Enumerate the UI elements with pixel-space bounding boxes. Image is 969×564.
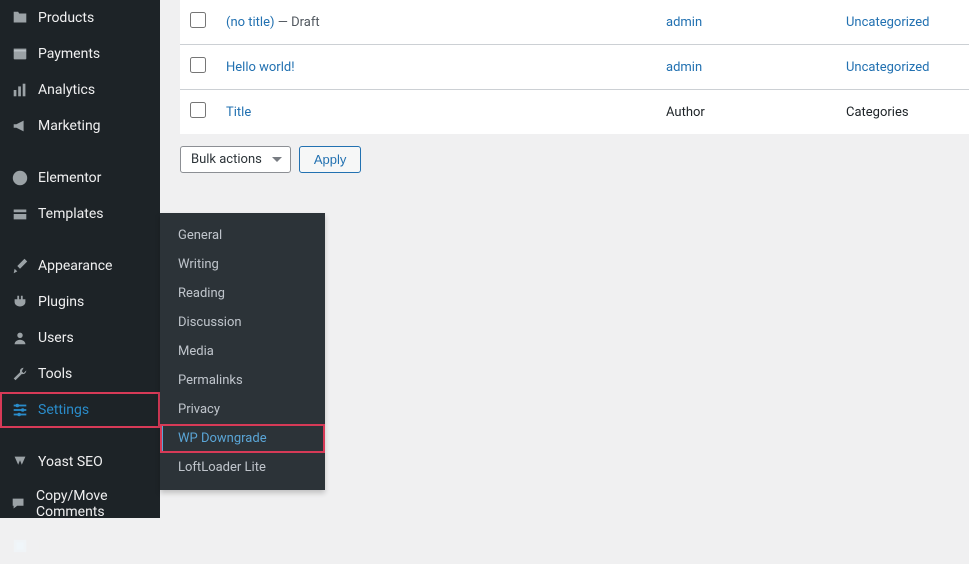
sliders-icon [10, 400, 30, 420]
sidebar-item-templates[interactable]: Templates [0, 196, 160, 232]
submenu-item-media[interactable]: Media [160, 337, 325, 366]
admin-sidebar: Products Payments Analytics Marketing El… [0, 0, 160, 518]
submenu-item-reading[interactable]: Reading [160, 279, 325, 308]
comments-icon [10, 494, 28, 514]
plugin-icon [10, 292, 30, 312]
sidebar-item-label: Products [38, 10, 94, 26]
payments-icon [10, 44, 30, 64]
sidebar-item-flip-box[interactable]: Flip Box [0, 528, 160, 564]
sidebar-item-label: Tools [38, 366, 72, 382]
bulk-actions-select[interactable]: Bulk actions [180, 146, 291, 173]
sidebar-item-label: Settings [38, 402, 89, 418]
templates-icon [10, 204, 30, 224]
post-category-link[interactable]: Uncategorized [846, 15, 929, 30]
submenu-item-loftloader-lite[interactable]: LoftLoader Lite [160, 453, 325, 482]
sidebar-item-payments[interactable]: Payments [0, 36, 160, 72]
elementor-icon [10, 168, 30, 188]
sidebar-item-yoast-seo[interactable]: Yoast SEO [0, 444, 160, 480]
yoast-icon [10, 452, 30, 472]
users-icon [10, 328, 30, 348]
post-title-link[interactable]: (no title) [226, 15, 275, 30]
submenu-item-privacy[interactable]: Privacy [160, 395, 325, 424]
sidebar-item-marketing[interactable]: Marketing [0, 108, 160, 144]
column-title[interactable]: Title [226, 105, 251, 120]
sidebar-item-label: Users [38, 330, 74, 346]
sidebar-item-analytics[interactable]: Analytics [0, 72, 160, 108]
table-row: (no title) — Draft admin Uncategorized [180, 0, 969, 45]
bulk-actions-label: Bulk actions [191, 152, 262, 167]
submenu-item-wp-downgrade[interactable]: WP Downgrade [160, 424, 325, 453]
sidebar-item-copy-move-comments[interactable]: Copy/Move Comments [0, 480, 160, 528]
select-all-checkbox[interactable] [190, 102, 206, 118]
table-footer: Title Author Categories [180, 90, 969, 135]
post-title-link[interactable]: Hello world! [226, 60, 295, 75]
apply-button[interactable]: Apply [299, 146, 362, 173]
sidebar-item-label: Yoast SEO [38, 454, 103, 470]
settings-submenu: General Writing Reading Discussion Media… [160, 213, 325, 490]
flip-box-icon [10, 536, 30, 556]
column-categories: Categories [836, 90, 969, 135]
sidebar-item-label: Flip Box [38, 538, 87, 554]
row-checkbox[interactable] [190, 12, 206, 28]
sidebar-item-label: Plugins [38, 294, 84, 310]
products-icon [10, 8, 30, 28]
row-checkbox[interactable] [190, 57, 206, 73]
sidebar-item-label: Payments [38, 46, 100, 62]
sidebar-item-products[interactable]: Products [0, 0, 160, 36]
analytics-icon [10, 80, 30, 100]
submenu-item-general[interactable]: General [160, 221, 325, 250]
sidebar-item-settings[interactable]: Settings [0, 392, 160, 428]
sidebar-item-label: Analytics [38, 82, 95, 98]
bulk-actions-row: Bulk actions Apply [180, 146, 969, 173]
submenu-item-discussion[interactable]: Discussion [160, 308, 325, 337]
sidebar-item-plugins[interactable]: Plugins [0, 284, 160, 320]
posts-table: (no title) — Draft admin Uncategorized H… [180, 0, 969, 134]
sidebar-item-label: Appearance [38, 258, 112, 274]
sidebar-item-tools[interactable]: Tools [0, 356, 160, 392]
post-status: — Draft [275, 15, 320, 30]
sidebar-item-label: Elementor [38, 170, 101, 186]
brush-icon [10, 256, 30, 276]
sidebar-item-label: Templates [38, 206, 104, 222]
sidebar-item-appearance[interactable]: Appearance [0, 248, 160, 284]
submenu-item-writing[interactable]: Writing [160, 250, 325, 279]
sidebar-item-label: Marketing [38, 118, 101, 134]
post-category-link[interactable]: Uncategorized [846, 60, 929, 75]
post-author-link[interactable]: admin [666, 60, 702, 75]
sidebar-item-elementor[interactable]: Elementor [0, 160, 160, 196]
sidebar-item-users[interactable]: Users [0, 320, 160, 356]
wrench-icon [10, 364, 30, 384]
megaphone-icon [10, 116, 30, 136]
submenu-item-permalinks[interactable]: Permalinks [160, 366, 325, 395]
post-author-link[interactable]: admin [666, 15, 702, 30]
sidebar-item-label: Copy/Move Comments [36, 488, 152, 520]
column-author: Author [656, 90, 836, 135]
table-row: Hello world! admin Uncategorized [180, 45, 969, 90]
